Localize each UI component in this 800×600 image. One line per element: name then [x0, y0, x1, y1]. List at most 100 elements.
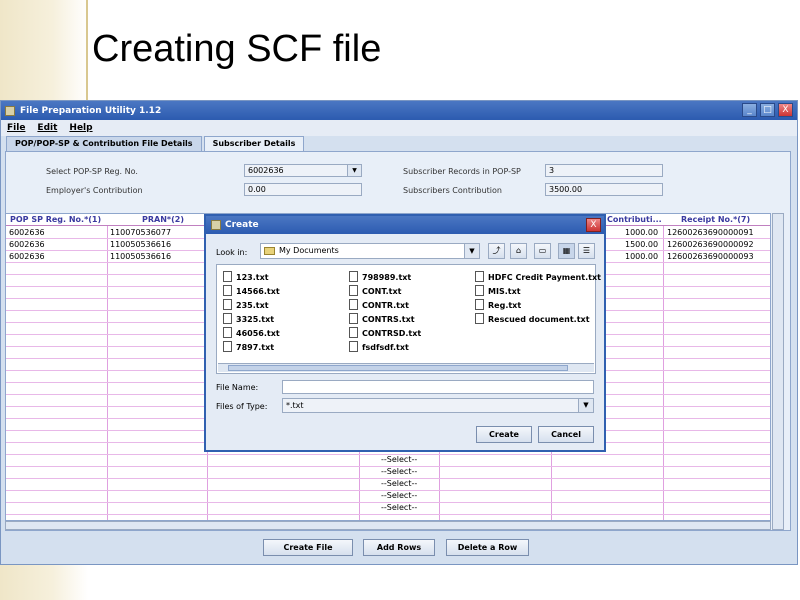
- file-type-label: Files of Type:: [216, 402, 268, 411]
- document-icon: [475, 271, 484, 282]
- list-item[interactable]: HDFC Credit Payment.txt: [475, 271, 601, 283]
- file-name: CONTR.txt: [362, 301, 409, 310]
- look-in-value: My Documents: [279, 246, 339, 255]
- window-titlebar[interactable]: File Preparation Utility 1.12: [1, 101, 797, 120]
- menu-edit[interactable]: Edit: [37, 123, 57, 133]
- select-dropdown-cell[interactable]: --Select--: [381, 502, 417, 514]
- cell-contribution: 1000.00: [625, 228, 659, 237]
- cell-reg-no: 6002636: [9, 228, 45, 237]
- create-file-button[interactable]: Create File: [263, 539, 353, 556]
- chevron-down-icon: ▼: [464, 244, 479, 258]
- tab-subscriber-details[interactable]: Subscriber Details: [203, 136, 305, 151]
- delete-row-button[interactable]: Delete a Row: [446, 539, 529, 556]
- file-name-input[interactable]: [282, 380, 594, 394]
- cell-contribution: 1000.00: [625, 252, 659, 261]
- reg-no-select[interactable]: 6002636 ▼: [244, 164, 362, 177]
- dialog-close-button[interactable]: X: [586, 218, 601, 232]
- maximize-button[interactable]: □: [760, 103, 775, 117]
- list-item[interactable]: Rescued document.txt: [475, 313, 590, 325]
- details-view-button[interactable]: ☰: [578, 243, 595, 259]
- document-icon: [349, 313, 358, 324]
- list-item[interactable]: fsdfsdf.txt: [349, 341, 409, 353]
- list-item[interactable]: 235.txt: [223, 299, 269, 311]
- column-header-contribution[interactable]: Contributi...: [607, 214, 662, 226]
- list-item[interactable]: 3325.txt: [223, 313, 274, 325]
- select-dropdown-cell[interactable]: --Select--: [381, 466, 417, 478]
- cancel-button[interactable]: Cancel: [538, 426, 594, 443]
- home-folder-button[interactable]: ⌂: [510, 243, 527, 259]
- list-item[interactable]: 798989.txt: [349, 271, 411, 283]
- column-header-receipt-no[interactable]: Receipt No.*(7): [681, 214, 750, 226]
- minimize-button[interactable]: _: [742, 103, 757, 117]
- cell-receipt-no: 12600263690000093: [667, 252, 754, 261]
- dialog-titlebar[interactable]: Create: [206, 216, 604, 234]
- select-dropdown-cell[interactable]: --Select--: [381, 478, 417, 490]
- create-dialog: Create X Look in: My Documents ▼ ⤴ ⌂ ▭ ▦…: [204, 214, 606, 452]
- look-in-select[interactable]: My Documents ▼: [260, 243, 480, 259]
- file-name: CONT.txt: [362, 287, 402, 296]
- cell-pran: 110050536616: [110, 240, 172, 249]
- list-item[interactable]: 123.txt: [223, 271, 269, 283]
- subscriber-contribution-field[interactable]: 3500.00: [545, 183, 663, 196]
- vertical-scrollbar[interactable]: [772, 213, 784, 530]
- tab-contribution-file-details[interactable]: POP/POP-SP & Contribution File Details: [6, 136, 202, 151]
- file-name: 798989.txt: [362, 273, 412, 282]
- menu-file[interactable]: File: [7, 123, 25, 133]
- document-icon: [349, 285, 358, 296]
- list-view-button[interactable]: ▦: [558, 243, 575, 259]
- subscriber-contribution-label: Subscribers Contribution: [403, 186, 502, 195]
- list-item[interactable]: CONTRS.txt: [349, 313, 415, 325]
- close-button[interactable]: X: [778, 103, 793, 117]
- file-list-scrollbar[interactable]: [218, 363, 594, 372]
- list-item[interactable]: MIS.txt: [475, 285, 521, 297]
- slide: Creating SCF file File Preparation Utili…: [0, 0, 800, 600]
- cell-reg-no: 6002636: [9, 240, 45, 249]
- folder-icon: [264, 247, 275, 255]
- app-icon: [5, 105, 15, 116]
- menu-help[interactable]: Help: [69, 123, 92, 133]
- menu-bar: File Edit Help: [1, 120, 797, 136]
- list-item[interactable]: CONT.txt: [349, 285, 401, 297]
- file-name: 7897.txt: [236, 343, 275, 352]
- list-item[interactable]: CONTRSD.txt: [349, 327, 421, 339]
- horizontal-scrollbar[interactable]: [5, 521, 771, 530]
- list-view-icon: ▦: [562, 246, 571, 255]
- cell-pran: 110050536616: [110, 252, 172, 261]
- up-folder-icon: ⤴: [492, 246, 501, 255]
- window-title: File Preparation Utility 1.12: [20, 105, 162, 116]
- list-item[interactable]: Reg.txt: [475, 299, 521, 311]
- scrollbar-thumb[interactable]: [228, 365, 568, 371]
- slide-decoration-rule: [86, 0, 88, 100]
- employer-contribution-field[interactable]: 0.00: [244, 183, 362, 196]
- document-icon: [223, 285, 232, 296]
- list-item[interactable]: 14566.txt: [223, 285, 280, 297]
- select-dropdown-cell[interactable]: --Select--: [381, 454, 417, 466]
- up-folder-button[interactable]: ⤴: [488, 243, 505, 259]
- document-icon: [349, 341, 358, 352]
- column-divider: [107, 214, 108, 520]
- file-name-label: File Name:: [216, 383, 259, 392]
- document-icon: [349, 271, 358, 282]
- cell-reg-no: 6002636: [9, 252, 45, 261]
- create-button[interactable]: Create: [476, 426, 532, 443]
- window-controls: _ □ X: [742, 103, 793, 117]
- select-dropdown-cell[interactable]: --Select--: [381, 490, 417, 502]
- list-item[interactable]: 7897.txt: [223, 341, 274, 353]
- file-name: 235.txt: [236, 301, 269, 310]
- file-type-select[interactable]: *.txt ▼: [282, 398, 594, 413]
- list-item[interactable]: CONTR.txt: [349, 299, 409, 311]
- cell-contribution: 1500.00: [625, 240, 659, 249]
- column-header-pran[interactable]: PRAN*(2): [142, 214, 184, 226]
- app-icon: [211, 220, 221, 230]
- chevron-down-icon: ▼: [578, 399, 593, 412]
- new-folder-button[interactable]: ▭: [534, 243, 551, 259]
- column-header-reg-no[interactable]: POP SP Reg. No.*(1): [10, 214, 101, 226]
- reg-no-value: 6002636: [248, 166, 284, 175]
- new-folder-icon: ▭: [538, 246, 547, 255]
- document-icon: [223, 271, 232, 282]
- home-icon: ⌂: [515, 246, 522, 255]
- list-item[interactable]: 46056.txt: [223, 327, 280, 339]
- add-rows-button[interactable]: Add Rows: [363, 539, 435, 556]
- subscriber-records-field[interactable]: 3: [545, 164, 663, 177]
- document-icon: [349, 299, 358, 310]
